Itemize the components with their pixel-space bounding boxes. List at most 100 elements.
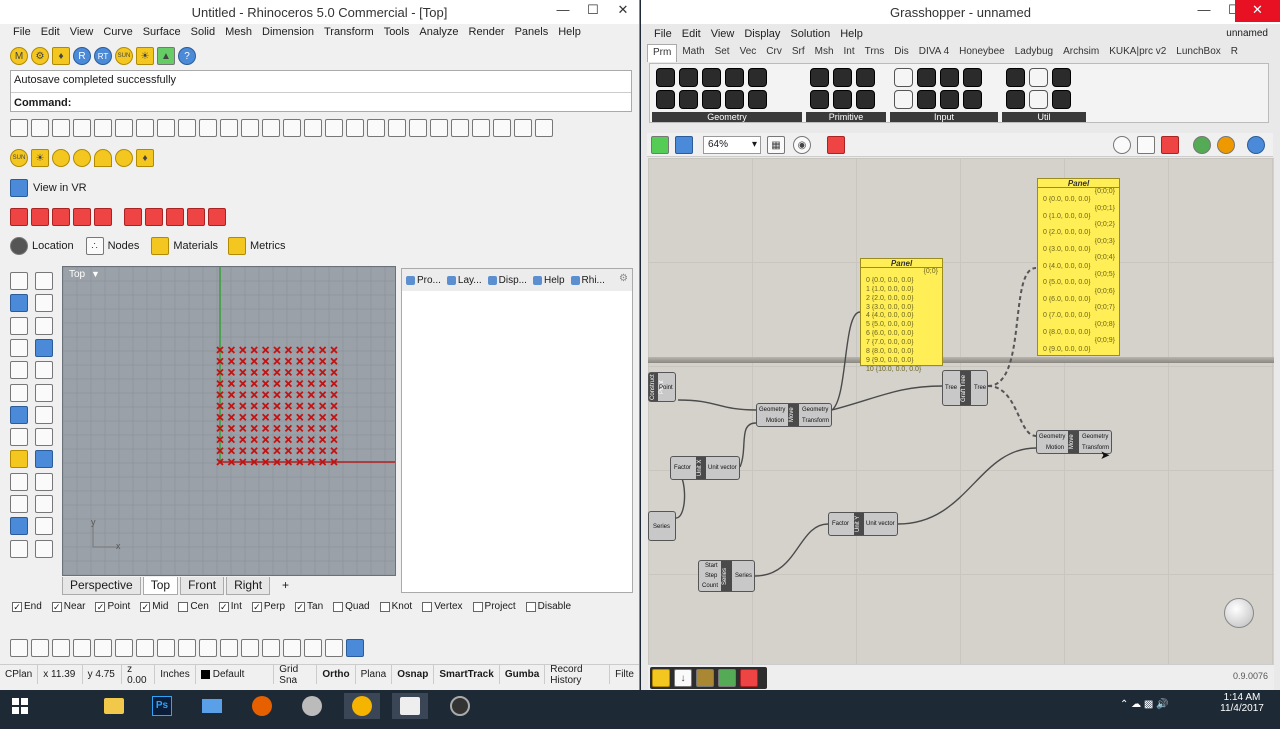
point-marker[interactable] (318, 346, 327, 354)
menu-panels[interactable]: Panels (510, 24, 554, 42)
photoshop-icon[interactable]: Ps (144, 693, 180, 719)
material-icon[interactable] (451, 119, 469, 137)
component-icon[interactable] (679, 90, 698, 109)
dome-icon[interactable] (94, 149, 112, 167)
point-marker[interactable] (227, 413, 236, 421)
unit-x-node[interactable]: Factor Unit X Unit vector (670, 456, 740, 480)
status-layer[interactable]: Default (196, 665, 275, 684)
component-icon[interactable] (1052, 90, 1071, 109)
point-marker[interactable] (284, 368, 293, 377)
point-marker[interactable] (318, 379, 327, 388)
viewport-tab-right[interactable]: Right (226, 577, 271, 595)
solid-icon[interactable] (10, 405, 28, 424)
gh-tab[interactable]: Ladybug (1010, 44, 1058, 62)
series-node[interactable]: Start Step Count Series Series (698, 560, 755, 592)
curve-icon[interactable] (35, 338, 53, 357)
status-toggle[interactable]: SmartTrack (434, 665, 500, 684)
gh-tab[interactable]: KUKA|prc v2 (1104, 44, 1171, 62)
point-marker[interactable] (250, 435, 258, 444)
viewport-tab-perspective[interactable]: Perspective (62, 577, 141, 595)
component-icon[interactable] (940, 68, 959, 87)
gh-tab[interactable]: Honeybee (954, 44, 1010, 62)
point-marker[interactable] (318, 447, 327, 455)
clock[interactable]: 1:14 AM 11/4/2017 (1212, 692, 1272, 722)
checkbox[interactable] (472, 601, 483, 612)
undo-icon[interactable] (178, 119, 196, 137)
rectangle-icon[interactable] (10, 338, 28, 357)
point-marker[interactable] (273, 379, 281, 388)
view-in-vr-button[interactable]: View in VR (33, 182, 87, 194)
materials-button[interactable]: Materials (173, 240, 218, 252)
panel-tab[interactable]: Help (532, 272, 565, 288)
gh-menu-view[interactable]: View (706, 26, 740, 44)
maximize-button[interactable]: ☐ (578, 0, 608, 22)
rhino-app-icon[interactable] (294, 693, 330, 719)
vr-icon[interactable] (10, 179, 28, 197)
status-toggle[interactable]: Grid Sna (274, 664, 318, 686)
point-marker[interactable] (330, 447, 338, 455)
pan-icon[interactable] (199, 119, 217, 137)
point-marker[interactable] (330, 391, 338, 399)
rt-plugin-icon[interactable]: RT (94, 47, 112, 65)
panel-large[interactable]: Panel {0;0;0} 0 {0.0, 0.0, 0.0} {0;0;1} 0 {… (1037, 178, 1120, 356)
zoom-icon[interactable] (241, 119, 259, 137)
tree-icon[interactable]: ▲ (157, 47, 175, 65)
point-marker[interactable] (227, 435, 236, 444)
point-marker[interactable] (261, 402, 270, 410)
point-marker[interactable] (296, 424, 304, 433)
chrome-icon[interactable] (344, 693, 380, 719)
computer-icon[interactable] (194, 693, 230, 719)
gh-tab[interactable]: Int (839, 44, 860, 62)
checkbox[interactable]: ✓ (95, 601, 106, 612)
component-icon[interactable] (963, 90, 982, 109)
paste-icon[interactable] (157, 119, 175, 137)
point-marker[interactable] (261, 413, 270, 421)
construct-point-node[interactable]: Construct Point Point (648, 372, 676, 402)
globe-icon[interactable] (1193, 136, 1211, 154)
file-explorer-icon[interactable] (96, 693, 132, 719)
status-toggle[interactable]: Record History (545, 664, 611, 686)
unit-y-node[interactable]: Factor Unit Y Unit vector (828, 512, 898, 536)
menu-dimension[interactable]: Dimension (257, 24, 319, 42)
extrude-icon[interactable] (35, 383, 53, 402)
osnap-disable[interactable]: Disable (525, 601, 571, 612)
component-icon[interactable] (810, 90, 829, 109)
obs-icon[interactable] (442, 693, 478, 719)
point-marker[interactable] (284, 391, 293, 399)
help-icon[interactable] (346, 639, 364, 657)
panel-small[interactable]: Panel {0;0} 0 {0.0, 0.0, 0.0} 1 {1.0, 0.0… (860, 258, 943, 373)
panel-settings-icon[interactable]: ⚙ (619, 273, 628, 284)
point-marker[interactable] (227, 447, 236, 455)
block-icon[interactable] (94, 208, 112, 226)
more-icon[interactable] (535, 119, 553, 137)
shading-icon[interactable] (1217, 136, 1235, 154)
component-icon[interactable] (917, 90, 936, 109)
rotate-view-icon[interactable] (220, 119, 238, 137)
metrics-button[interactable]: Metrics (250, 240, 285, 252)
point-marker[interactable] (318, 413, 327, 421)
checkbox[interactable] (379, 601, 390, 612)
osnap-tan[interactable]: ✓ Tan (295, 601, 323, 612)
render-icon[interactable] (157, 639, 175, 657)
gear-icon[interactable] (94, 639, 112, 657)
point-marker[interactable] (273, 435, 281, 444)
viewport-label[interactable]: Top (69, 269, 85, 280)
point-marker[interactable] (330, 435, 338, 444)
osnap-mid[interactable]: ✓ Mid (140, 601, 168, 612)
point-marker[interactable] (284, 379, 293, 388)
series-node-left[interactable]: Series (648, 511, 676, 541)
settings-icon[interactable] (325, 639, 343, 657)
block-icon[interactable] (187, 208, 205, 226)
point-icon[interactable] (10, 272, 28, 290)
block-icon[interactable] (31, 208, 49, 226)
osnap-near[interactable]: ✓ Near (51, 601, 85, 612)
command-line[interactable]: Command: (11, 92, 631, 112)
point-marker[interactable] (227, 357, 236, 365)
gh-canvas[interactable]: Panel {0;0} 0 {0.0, 0.0, 0.0} 1 {1.0, 0.0… (648, 158, 1274, 664)
plugin-icon[interactable] (241, 639, 259, 657)
point-marker[interactable] (296, 368, 304, 377)
gh-logo-icon[interactable] (652, 669, 670, 687)
block-icon[interactable] (262, 639, 280, 657)
point-marker[interactable] (318, 424, 327, 433)
save-file-icon[interactable] (675, 136, 693, 154)
